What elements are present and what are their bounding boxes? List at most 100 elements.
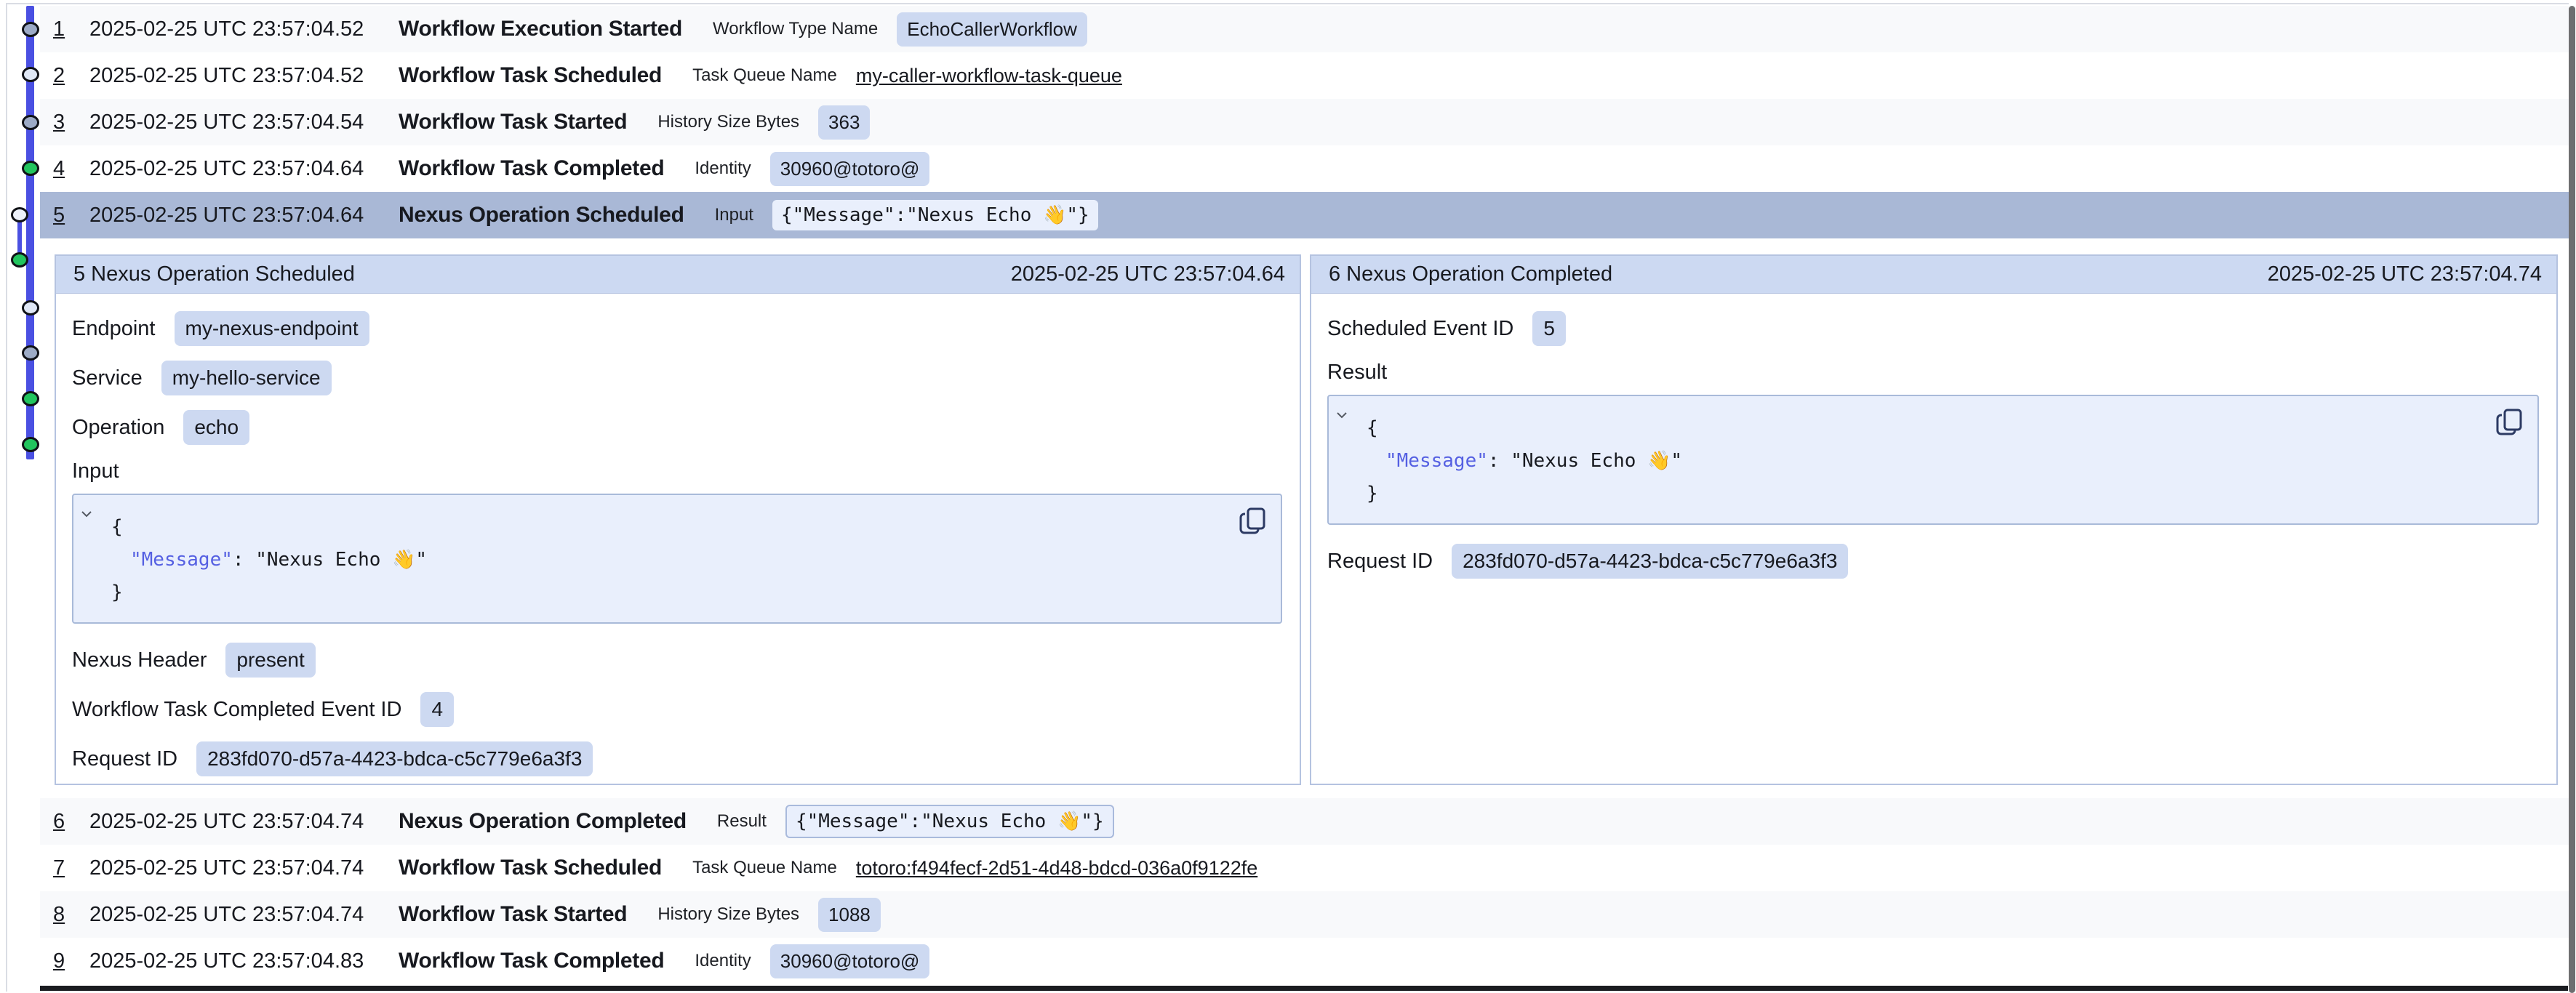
- timeline-dot-event-1[interactable]: [22, 22, 39, 37]
- vertical-scrollbar[interactable]: [2569, 6, 2575, 993]
- event-id-link[interactable]: 4: [53, 157, 69, 181]
- nexus-header-field: Nexus Header present: [72, 643, 1282, 678]
- event-detail-value-badge: 30960@totoro@: [770, 152, 930, 186]
- input-json-viewer: { "Message": "Nexus Echo 👋" }: [72, 494, 1282, 624]
- json-key: "Message": [1385, 450, 1488, 472]
- timeline-dot-event-2[interactable]: [22, 67, 39, 82]
- copy-icon[interactable]: [1237, 505, 1269, 537]
- timeline-dot-event-6[interactable]: [11, 252, 28, 268]
- field-label: Endpoint: [72, 317, 156, 341]
- event-row-4[interactable]: 4 2025-02-25 UTC 23:57:04.64 Workflow Ta…: [40, 145, 2569, 192]
- field-value-badge: 4: [420, 692, 454, 727]
- event-history-table-continued: 6 2025-02-25 UTC 23:57:04.74 Nexus Opera…: [40, 798, 2569, 984]
- event-detail-value-badge: EchoCallerWorkflow: [897, 12, 1087, 47]
- event-id-link[interactable]: 6: [53, 810, 69, 834]
- panel-body: Scheduled Event ID 5 Result { "Message":…: [1311, 294, 2556, 579]
- timeline-dot-event-9[interactable]: [22, 391, 39, 406]
- field-value-badge: echo: [183, 410, 249, 445]
- event-detail-label: History Size Bytes: [657, 904, 799, 925]
- event-timestamp: 2025-02-25 UTC 23:57:04.74: [89, 856, 399, 880]
- event-row-7[interactable]: 7 2025-02-25 UTC 23:57:04.74 Workflow Ta…: [40, 845, 2569, 891]
- event-detail-value-badge: 1088: [818, 898, 881, 932]
- event-row-9[interactable]: 9 2025-02-25 UTC 23:57:04.83 Workflow Ta…: [40, 938, 2569, 984]
- timeline-dot-event-3[interactable]: [22, 115, 39, 130]
- json-brace: }: [111, 582, 123, 603]
- event-type: Nexus Operation Completed: [399, 809, 687, 834]
- field-value-badge: 5: [1532, 311, 1566, 346]
- event-detail-label: Task Queue Name: [692, 65, 837, 86]
- event-timestamp: 2025-02-25 UTC 23:57:04.83: [89, 949, 399, 973]
- event-row-2[interactable]: 2 2025-02-25 UTC 23:57:04.52 Workflow Ta…: [40, 52, 2569, 99]
- event-type: Workflow Task Completed: [399, 156, 664, 181]
- event-type: Nexus Operation Scheduled: [399, 203, 684, 228]
- panel-title: 6 Nexus Operation Completed: [1329, 262, 1612, 286]
- event-type: Workflow Task Started: [399, 110, 627, 134]
- json-key: "Message": [130, 549, 233, 571]
- event-timestamp: 2025-02-25 UTC 23:57:04.74: [89, 903, 399, 927]
- timeline-dot-event-5[interactable]: [11, 207, 28, 222]
- event-id-link[interactable]: 7: [53, 856, 69, 880]
- json-brace: }: [1367, 483, 1378, 504]
- timeline-dot-event-10[interactable]: [22, 437, 39, 452]
- event-timestamp: 2025-02-25 UTC 23:57:04.64: [89, 204, 399, 228]
- event-timestamp: 2025-02-25 UTC 23:57:04.52: [89, 64, 399, 88]
- field-value-badge: 283fd070-d57a-4423-bdca-c5c779e6a3f3: [1452, 544, 1848, 579]
- event-row-6[interactable]: 6 2025-02-25 UTC 23:57:04.74 Nexus Opera…: [40, 798, 2569, 845]
- event-timestamp: 2025-02-25 UTC 23:57:04.74: [89, 810, 399, 834]
- event-detail-label: Workflow Type Name: [713, 19, 878, 39]
- event-type: Workflow Task Started: [399, 902, 627, 927]
- event-id-link[interactable]: 8: [53, 903, 69, 927]
- event-row-8[interactable]: 8 2025-02-25 UTC 23:57:04.74 Workflow Ta…: [40, 891, 2569, 938]
- event-detail-value-badge: 363: [818, 105, 870, 140]
- field-value-badge: my-hello-service: [161, 361, 332, 395]
- task-queue-link[interactable]: my-caller-workflow-task-queue: [856, 65, 1122, 87]
- panel-title: 5 Nexus Operation Scheduled: [73, 262, 355, 286]
- event-row-1[interactable]: 1 2025-02-25 UTC 23:57:04.52 Workflow Ex…: [40, 6, 2569, 52]
- nexus-operation-completed-panel: 6 Nexus Operation Completed 2025-02-25 U…: [1310, 254, 2558, 785]
- field-label: Service: [72, 366, 143, 390]
- service-field: Service my-hello-service: [72, 361, 1282, 395]
- field-value-badge: 283fd070-d57a-4423-bdca-c5c779e6a3f3: [196, 741, 593, 776]
- field-label: Workflow Task Completed Event ID: [72, 698, 401, 722]
- event-history-table: 1 2025-02-25 UTC 23:57:04.52 Workflow Ex…: [40, 6, 2569, 238]
- event-result-json-badge: {"Message":"Nexus Echo 👋"}: [785, 805, 1114, 838]
- json-value: : "Nexus Echo 👋": [233, 549, 427, 571]
- event-timestamp: 2025-02-25 UTC 23:57:04.52: [89, 17, 399, 41]
- endpoint-field: Endpoint my-nexus-endpoint: [72, 311, 1282, 346]
- panel-header: 6 Nexus Operation Completed 2025-02-25 U…: [1311, 256, 2556, 294]
- panel-body: Endpoint my-nexus-endpoint Service my-he…: [56, 294, 1300, 785]
- event-type: Workflow Task Scheduled: [399, 856, 662, 880]
- event-id-link[interactable]: 1: [53, 17, 69, 41]
- timeline-dot-event-7[interactable]: [22, 300, 39, 315]
- event-detail-value-badge: 30960@totoro@: [770, 944, 930, 978]
- json-brace: {: [111, 516, 123, 538]
- event-id-link[interactable]: 9: [53, 949, 69, 973]
- operation-field: Operation echo: [72, 410, 1282, 445]
- event-id-link[interactable]: 5: [53, 204, 69, 228]
- event-timestamp: 2025-02-25 UTC 23:57:04.64: [89, 157, 399, 181]
- panel-header: 5 Nexus Operation Scheduled 2025-02-25 U…: [56, 256, 1300, 294]
- event-type: Workflow Execution Started: [399, 17, 682, 41]
- event-type: Workflow Task Scheduled: [399, 63, 662, 88]
- scheduled-event-id-field: Scheduled Event ID 5: [1327, 311, 2539, 346]
- panel-timestamp: 2025-02-25 UTC 23:57:04.64: [1011, 262, 1285, 286]
- wft-completed-event-id-field: Workflow Task Completed Event ID 4: [72, 692, 1282, 727]
- field-value-badge: my-nexus-endpoint: [175, 311, 369, 346]
- event-id-link[interactable]: 3: [53, 110, 69, 134]
- event-detail-label: Input: [715, 205, 753, 225]
- event-row-3[interactable]: 3 2025-02-25 UTC 23:57:04.54 Workflow Ta…: [40, 99, 2569, 145]
- nexus-operation-scheduled-panel: 5 Nexus Operation Scheduled 2025-02-25 U…: [55, 254, 1301, 785]
- timeline-dot-event-8[interactable]: [22, 345, 39, 361]
- event-detail-panels: 5 Nexus Operation Scheduled 2025-02-25 U…: [55, 254, 2558, 785]
- copy-icon[interactable]: [2494, 406, 2526, 438]
- panel-timestamp: 2025-02-25 UTC 23:57:04.74: [2268, 262, 2542, 286]
- event-timestamp: 2025-02-25 UTC 23:57:04.54: [89, 110, 399, 134]
- event-id-link[interactable]: 2: [53, 64, 69, 88]
- event-detail-label: History Size Bytes: [657, 112, 799, 132]
- field-label: Scheduled Event ID: [1327, 317, 1513, 341]
- task-queue-link[interactable]: totoro:f494fecf-2d51-4d48-bdcd-036a0f912…: [856, 857, 1257, 880]
- timeline-dot-event-4[interactable]: [22, 161, 39, 176]
- event-detail-label: Result: [717, 811, 767, 832]
- event-input-json-badge: {"Message":"Nexus Echo 👋"}: [772, 200, 1098, 230]
- event-row-5-selected[interactable]: 5 2025-02-25 UTC 23:57:04.64 Nexus Opera…: [40, 192, 2569, 238]
